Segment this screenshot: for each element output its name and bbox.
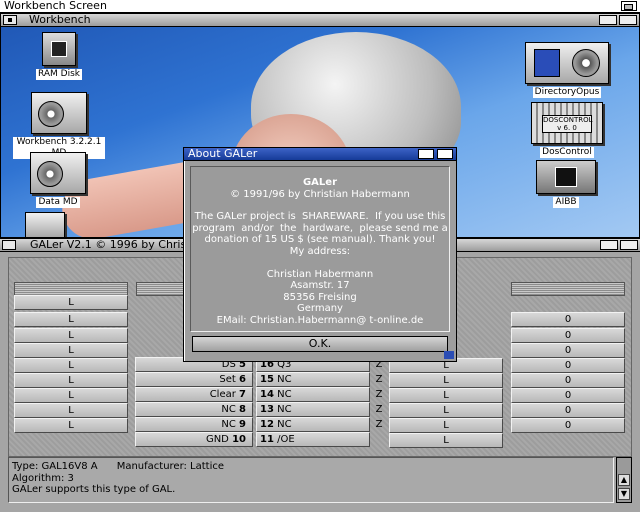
right-column-header [511,282,625,296]
left-level-cell[interactable]: L [14,343,128,358]
about-line: 85356 Freising [283,291,357,303]
zoom-icon[interactable] [599,15,617,25]
left-column-header [14,282,128,296]
left-level-cell[interactable]: L [14,388,128,403]
partial-drive-icon[interactable] [17,212,73,237]
scroll-down-icon[interactable]: ▼ [618,488,630,500]
right-level-cell[interactable]: 0 [511,312,625,327]
left-level-cell[interactable]: L [14,295,128,310]
ok-button[interactable]: O.K. [192,336,448,352]
gal-support-line: GALer supports this type of GAL. [12,484,176,495]
right-level-cell[interactable]: 0 [511,418,625,433]
z-marker: Z [375,419,383,430]
pin-10-label: GND 10 [135,432,253,447]
left-level-cell[interactable]: L [14,403,128,418]
left-level-cell[interactable]: L [14,418,128,433]
pin-12-label: 12 NC [256,417,370,432]
zoom-icon[interactable] [418,149,434,159]
right-level-cell[interactable]: 0 [511,388,625,403]
pin-11-label: 11 /OE [256,432,370,447]
right-level-cell[interactable]: 0 [511,328,625,343]
about-line: © 1991/96 by Christian Habermann [230,188,410,200]
about-line: EMail: Christian.Habermann@ t-online.de [216,314,424,326]
screen-title-bar[interactable]: Workbench Screen [0,0,640,13]
gal-type-line: Type: GAL16V8 A Manufacturer: Lattice [12,461,225,472]
about-line [191,258,449,269]
left-level-cell[interactable]: L [14,358,128,373]
screen-depth-gadget[interactable] [621,1,637,11]
z-marker: Z [375,404,383,415]
pin-13-label: 13 NC [256,402,370,417]
mid-level-cell[interactable]: L [389,388,503,403]
mid-level-cell[interactable]: L [389,433,503,448]
workbench-drive-icon[interactable]: Workbench 3.2.2.1 MD [13,92,105,159]
right-level-cell[interactable]: 0 [511,373,625,388]
right-level-cell[interactable]: 0 [511,343,625,358]
resize-icon[interactable] [444,351,454,359]
about-line: Germany [297,303,343,315]
about-line: program and/or the hardware, please send… [192,222,448,234]
depth-icon[interactable] [620,240,638,250]
about-text-panel: GALer © 1991/96 by Christian Habermann T… [190,166,450,332]
screen-title: Workbench Screen [4,0,107,12]
gal-algorithm-line: Algorithm: 3 [12,472,74,484]
about-dialog: About GALer GALer © 1991/96 by Christian… [183,147,457,362]
workbench-title-bar[interactable]: Workbench [1,14,639,27]
left-level-cell[interactable]: L [14,373,128,388]
depth-icon[interactable] [437,149,453,159]
depth-icon[interactable] [619,15,637,25]
zoom-icon[interactable] [600,240,618,250]
mid-level-cell[interactable]: L [389,418,503,433]
pin-8-label: NC 8 [135,402,253,417]
about-line: Christian Habermann [266,268,374,280]
pin-14-label: 14 NC [256,387,370,402]
about-line [191,200,449,211]
directoryopus-label: DirectoryOpus [532,87,602,98]
workbench-title: Workbench [29,13,91,26]
doscontrol-label: DosControl [540,147,594,158]
pin-9-label: NC 9 [135,417,253,432]
close-icon[interactable] [2,240,16,250]
pin-7-label: Clear 7 [135,387,253,402]
pin-15-label: 15 NC [256,372,370,387]
scroll-up-icon[interactable]: ▲ [618,474,630,486]
about-title-bar[interactable]: About GALer [184,148,456,161]
doscontrol-version: v 6. 0 [557,124,577,132]
ram-disk-icon[interactable]: RAM Disk [29,32,89,80]
mid-level-cell[interactable]: L [389,373,503,388]
about-line: Asamstr. 17 [290,280,350,292]
directoryopus-icon[interactable]: DirectoryOpus [521,42,613,98]
aibb-icon[interactable]: AIBB [535,160,597,208]
right-level-cell[interactable]: 0 [511,358,625,373]
doscontrol-icon[interactable]: DOSCONTROL v 6. 0 DosControl [521,102,613,158]
close-icon[interactable] [3,15,17,25]
data-drive-icon[interactable]: Data MD [21,152,95,208]
ram-disk-label: RAM Disk [35,69,82,80]
about-title: About GALer [188,147,258,160]
about-line: The GALer project is SHAREWARE. If you u… [194,211,446,223]
about-heading: GALer [302,177,338,188]
left-level-cell[interactable]: L [14,328,128,343]
pin-6-label: Set 6 [135,372,253,387]
right-level-cell[interactable]: 0 [511,403,625,418]
data-drive-label: Data MD [36,197,80,208]
about-line: donation of 15 US $ (see manual). Thank … [204,234,436,246]
mid-level-cell[interactable]: L [389,403,503,418]
left-level-cell[interactable]: L [14,312,128,327]
aibb-label: AIBB [553,197,579,208]
about-line: My address: [289,245,351,257]
z-marker: Z [375,389,383,400]
doscontrol-text: DOSCONTROL [543,116,593,124]
info-scrollbar[interactable]: ▲ ▼ [616,457,632,503]
gal-info-panel: Type: GAL16V8 A Manufacturer: Lattice Al… [8,457,614,503]
z-marker: Z [375,374,383,385]
